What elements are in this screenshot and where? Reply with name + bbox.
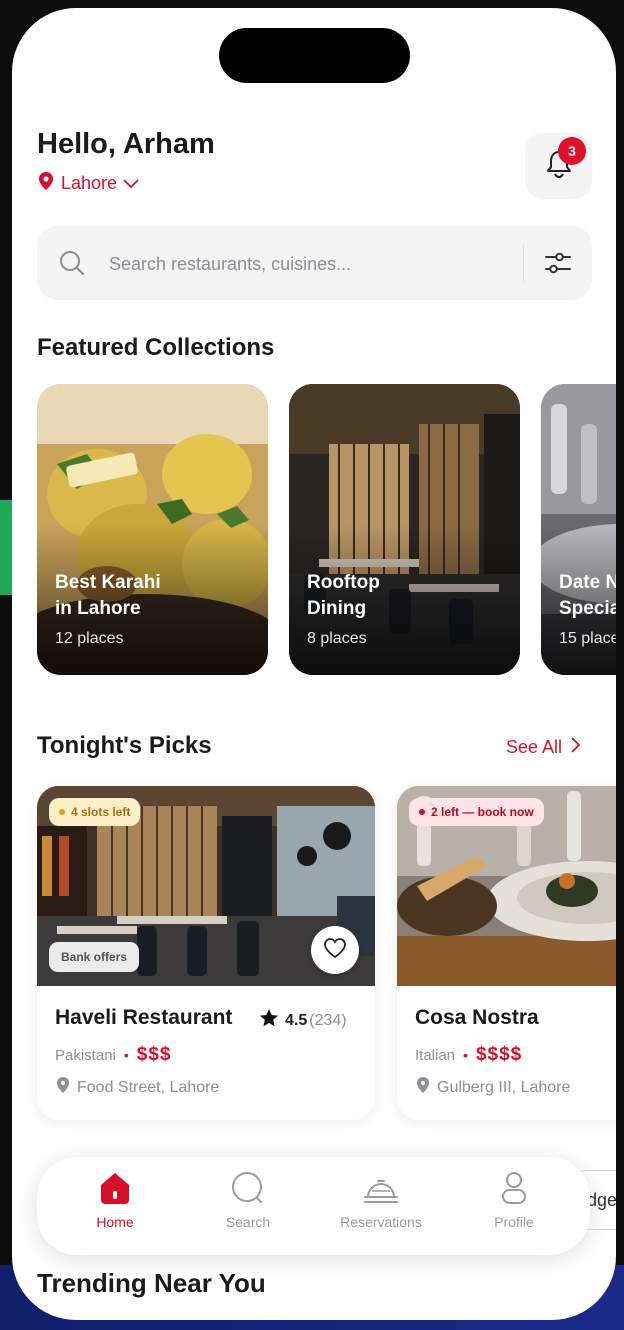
chevron-right-icon bbox=[570, 737, 581, 758]
search-icon bbox=[59, 250, 85, 281]
see-all-label: See All bbox=[506, 737, 563, 757]
nav-item-profile[interactable]: Profile bbox=[459, 1171, 569, 1230]
rating: 4.5 (234) bbox=[259, 1008, 347, 1033]
separator-dot: • bbox=[463, 1047, 468, 1063]
availability-badge: 4 slots left bbox=[49, 798, 141, 826]
collection-title: Best Karahi in Lahore bbox=[55, 572, 161, 619]
search-icon bbox=[230, 1171, 266, 1208]
review-count: (234) bbox=[309, 1011, 347, 1029]
collection-card[interactable]: Date N Specia 15 place bbox=[541, 384, 616, 675]
availability-dot bbox=[59, 809, 65, 815]
notification-badge: 3 bbox=[558, 137, 586, 165]
bank-offers-badge: Bank offers bbox=[49, 942, 140, 972]
availability-text: 4 slots left bbox=[71, 805, 131, 819]
collection-card[interactable]: Best Karahi in Lahore 12 places bbox=[37, 384, 268, 675]
address-text: Gulberg III, Lahore bbox=[437, 1078, 571, 1096]
favorite-button[interactable] bbox=[311, 926, 359, 974]
collection-title: Rooftop Dining bbox=[307, 572, 380, 619]
restaurant-card[interactable]: 2 left — book now Cosa Nostra Italian • … bbox=[397, 786, 616, 1120]
chevron-down-icon bbox=[123, 173, 139, 194]
nav-label: Search bbox=[225, 1214, 271, 1230]
star-icon bbox=[259, 1008, 279, 1033]
price-level: $$$$ bbox=[475, 1044, 523, 1065]
cuisine-row: Pakistani • $$$ bbox=[55, 1044, 171, 1066]
nav-label: Home bbox=[96, 1214, 134, 1230]
search-divider bbox=[523, 244, 524, 282]
filter-icon[interactable] bbox=[543, 248, 573, 283]
restaurant-name: Cosa Nostra bbox=[415, 1006, 539, 1029]
collection-count: 15 place bbox=[559, 630, 616, 647]
featured-collections-title: Featured Collections bbox=[37, 334, 275, 361]
dynamic-island bbox=[219, 28, 410, 83]
cuisine-row: Italian • $$$$ bbox=[415, 1044, 522, 1066]
rating-value: 4.5 bbox=[285, 1011, 308, 1029]
price-level: $$$ bbox=[136, 1044, 172, 1065]
heart-icon bbox=[323, 937, 347, 964]
collection-card[interactable]: Rooftop Dining 8 places bbox=[289, 384, 520, 675]
cuisine-label: Italian bbox=[415, 1046, 456, 1064]
nav-label: Reservations bbox=[340, 1214, 422, 1230]
nav-item-search[interactable]: Search bbox=[193, 1171, 303, 1230]
search-bar bbox=[37, 226, 592, 300]
address-row: Food Street, Lahore bbox=[55, 1076, 219, 1099]
location-pin-icon bbox=[37, 171, 55, 196]
availability-badge: 2 left — book now bbox=[409, 798, 544, 826]
home-icon bbox=[97, 1171, 133, 1208]
restaurant-card[interactable]: 4 slots left Bank offers Haveli Restaura… bbox=[37, 786, 375, 1120]
profile-icon bbox=[496, 1171, 532, 1208]
location-selector[interactable]: Lahore bbox=[37, 171, 139, 196]
location-pin-icon bbox=[55, 1076, 71, 1099]
location-pin-icon bbox=[415, 1076, 431, 1099]
availability-dot bbox=[419, 809, 425, 815]
address-row: Gulberg III, Lahore bbox=[415, 1076, 570, 1099]
address-text: Food Street, Lahore bbox=[77, 1078, 220, 1096]
nav-item-home[interactable]: Home bbox=[60, 1171, 170, 1230]
greeting: Hello, Arham bbox=[37, 128, 215, 160]
search-input[interactable] bbox=[107, 244, 511, 284]
see-all-link[interactable]: See All bbox=[506, 737, 581, 758]
tonights-picks-title: Tonight's Picks bbox=[37, 732, 212, 759]
availability-text: 2 left — book now bbox=[431, 805, 534, 819]
location-label: Lahore bbox=[61, 173, 118, 193]
cloche-icon bbox=[363, 1171, 399, 1208]
trending-title: Trending Near You bbox=[37, 1268, 266, 1298]
nav-label: Profile bbox=[494, 1214, 534, 1230]
separator-dot: • bbox=[123, 1047, 129, 1063]
bottom-nav: Home Search Reservations Profile bbox=[37, 1157, 590, 1255]
phone-screen: Hello, Arham Lahore 3 Featured Collectio… bbox=[12, 8, 616, 1320]
cuisine-label: Pakistani bbox=[55, 1046, 116, 1064]
restaurant-name: Haveli Restaurant bbox=[55, 1006, 233, 1029]
collection-count: 12 places bbox=[55, 630, 124, 647]
nav-item-reservations[interactable]: Reservations bbox=[326, 1171, 436, 1230]
collection-count: 8 places bbox=[307, 630, 367, 647]
collection-title: Date N Specia bbox=[559, 572, 616, 619]
background-strip bbox=[0, 500, 12, 595]
